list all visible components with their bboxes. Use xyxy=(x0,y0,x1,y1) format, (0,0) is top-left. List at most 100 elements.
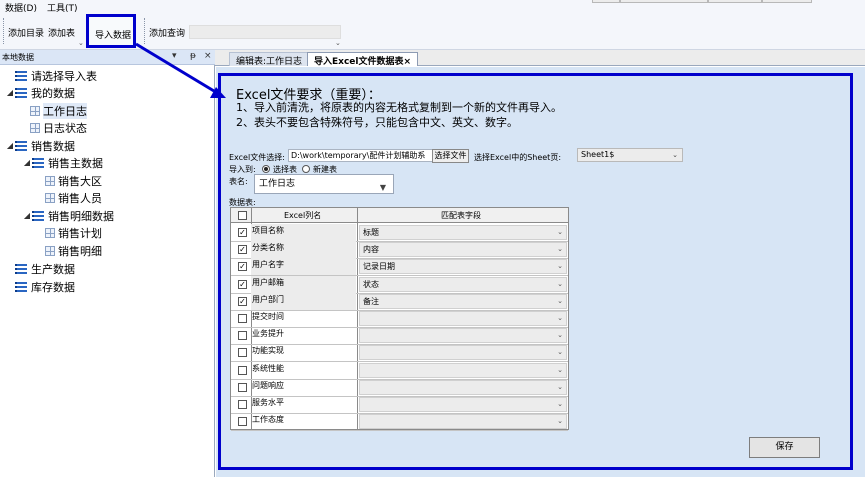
menu-data[interactable]: 数据(D) xyxy=(0,1,42,14)
tree-item[interactable]: 生产数据 xyxy=(5,260,75,277)
sheet-select[interactable]: Sheet1$ ⌄ xyxy=(577,148,683,162)
column-header-excel: Excel列名 xyxy=(284,211,322,220)
tree-item[interactable]: 销售大区 xyxy=(45,172,102,189)
chevron-down-icon: ⌄ xyxy=(557,348,563,357)
requirement-line: 1、导入前清洗，将原表的内容无格式复制到一个新的文件再导入。 xyxy=(236,101,562,114)
table-icon xyxy=(30,105,40,116)
row-checkbox[interactable] xyxy=(238,417,247,427)
tree-item-label: 请选择导入表 xyxy=(31,69,97,83)
list-icon xyxy=(15,281,27,292)
field-select[interactable]: ⌄ xyxy=(359,362,567,378)
list-icon xyxy=(15,87,27,98)
sheet-value: Sheet1$ xyxy=(581,150,615,159)
tree-item[interactable]: 工作日志 xyxy=(30,102,87,119)
import-data-button[interactable]: 导入数据 xyxy=(86,14,136,48)
row-checkbox[interactable] xyxy=(238,365,247,375)
chevron-down-icon: ⌄ xyxy=(557,365,563,374)
row-checkbox[interactable] xyxy=(238,314,247,323)
list-icon xyxy=(32,157,44,168)
select-all-checkbox[interactable] xyxy=(238,211,247,220)
row-checkbox[interactable] xyxy=(238,382,247,392)
column-header-field: 匹配表字段 xyxy=(441,211,481,220)
add-table-button[interactable]: 添加表 xyxy=(48,26,75,39)
table-row: ✓ 用户部门 备注 ⌄ xyxy=(231,292,568,311)
table-icon xyxy=(45,227,55,238)
chevron-down-icon[interactable]: ⌄ xyxy=(335,39,341,47)
field-select[interactable]: ⌄ xyxy=(359,345,567,361)
tree-item[interactable]: 库存数据 xyxy=(5,278,75,295)
table-icon xyxy=(45,175,55,186)
table-row: ✓ 项目名称 标题 ⌄ xyxy=(231,224,568,242)
window-control[interactable] xyxy=(592,0,620,3)
field-select[interactable]: 标题 ⌄ xyxy=(359,225,567,240)
chevron-down-icon: ⌄ xyxy=(557,296,563,305)
row-checkbox[interactable]: ✓ xyxy=(238,228,247,237)
row-checkbox[interactable] xyxy=(238,348,247,358)
excel-column-name: 分类名称 xyxy=(251,241,356,259)
radio-new-table[interactable] xyxy=(302,165,310,173)
field-select-value: 内容 xyxy=(363,245,379,255)
row-checkbox[interactable]: ✓ xyxy=(238,279,247,289)
tree-item[interactable]: 日志状态 xyxy=(30,119,87,136)
tree-item[interactable]: ◢ 销售数据 xyxy=(5,137,75,154)
tree-expander[interactable]: ◢ xyxy=(22,211,32,220)
field-select[interactable]: 记录日期 ⌄ xyxy=(359,259,567,275)
excel-column-name: 业务提升 xyxy=(252,329,284,339)
tree-item-label: 我的数据 xyxy=(31,86,75,100)
dropdown-icon[interactable]: ▾ xyxy=(172,51,177,61)
list-icon xyxy=(15,263,27,274)
add-query-button[interactable]: 添加查询 xyxy=(149,26,185,39)
field-mapping-grid: Excel列名 匹配表字段 ✓ 项目名称 标题 ⌄ ✓ 分类名称 内容 ⌄ ✓ 用户名字 记录日期 ⌄… xyxy=(230,207,569,432)
chevron-down-icon: ⌄ xyxy=(557,262,563,271)
tab-edit-table[interactable]: 编辑表:工作日志 xyxy=(229,52,310,67)
chevron-down-icon: ⌄ xyxy=(557,279,563,288)
tree-expander[interactable]: ◢ xyxy=(22,158,32,167)
add-directory-button[interactable]: 添加目录 xyxy=(8,26,44,39)
chevron-down-icon: ⌄ xyxy=(557,228,563,236)
field-select[interactable]: 备注 ⌄ xyxy=(359,293,567,309)
window-control[interactable] xyxy=(708,0,762,3)
pin-icon[interactable]: ᵽ xyxy=(190,51,196,61)
field-select[interactable]: 内容 ⌄ xyxy=(359,242,567,258)
field-select[interactable]: ⌄ xyxy=(359,379,567,395)
tree-item[interactable]: ◢ 销售主数据 xyxy=(22,154,103,171)
table-icon xyxy=(30,122,40,133)
field-select[interactable]: ⌄ xyxy=(359,311,567,326)
table-name-select[interactable]: 工作日志 ▼ xyxy=(254,174,394,194)
menu-tools[interactable]: 工具(T) xyxy=(42,1,83,14)
row-checkbox[interactable]: ✓ xyxy=(238,262,247,272)
toolbar-field[interactable] xyxy=(189,25,341,39)
table-row: 业务提升 ⌄ xyxy=(231,327,568,346)
window-control[interactable] xyxy=(620,0,708,3)
row-checkbox[interactable]: ✓ xyxy=(238,296,247,306)
tab-import-excel[interactable]: 导入Excel文件数据表× xyxy=(307,52,419,67)
tree-item[interactable]: 请选择导入表 xyxy=(5,67,97,84)
row-checkbox[interactable] xyxy=(238,331,247,341)
window-control[interactable] xyxy=(762,0,812,3)
tree-item[interactable]: 销售计划 xyxy=(45,224,102,241)
row-checkbox[interactable] xyxy=(238,400,247,409)
row-checkbox[interactable]: ✓ xyxy=(238,245,247,255)
tree-expander[interactable]: ◢ xyxy=(5,88,15,97)
tree-item[interactable]: 销售人员 xyxy=(45,189,102,206)
excel-column-name: 系统性能 xyxy=(252,363,284,373)
tree-expander[interactable]: ◢ xyxy=(5,141,15,150)
field-select[interactable]: ⌄ xyxy=(359,328,567,344)
close-icon[interactable]: × xyxy=(403,57,411,67)
choose-file-button[interactable]: 选择文件 xyxy=(432,149,469,163)
tree-item[interactable]: ◢ 我的数据 xyxy=(5,84,75,101)
local-data-panel-header: 本地数据 ▾ ᵽ × xyxy=(0,50,215,65)
toolbar-separator xyxy=(144,18,145,44)
close-icon[interactable]: × xyxy=(204,51,212,61)
tab-bar: 编辑表:工作日志 导入Excel文件数据表× xyxy=(215,50,865,67)
radio-existing-table[interactable] xyxy=(262,165,270,173)
tree-item[interactable]: ◢ 销售明细数据 xyxy=(22,207,114,224)
table-row: 功能实现 ⌄ xyxy=(231,344,568,363)
tree-item[interactable]: 销售明细 xyxy=(45,242,102,259)
field-select[interactable]: 状态 ⌄ xyxy=(359,276,567,292)
field-select[interactable]: ⌄ xyxy=(359,414,567,430)
field-select[interactable]: ⌄ xyxy=(359,397,567,412)
chevron-down-icon[interactable]: ⌄ xyxy=(78,39,84,47)
save-button[interactable]: 保存 xyxy=(749,437,820,458)
chevron-down-icon: ⌄ xyxy=(557,331,563,340)
